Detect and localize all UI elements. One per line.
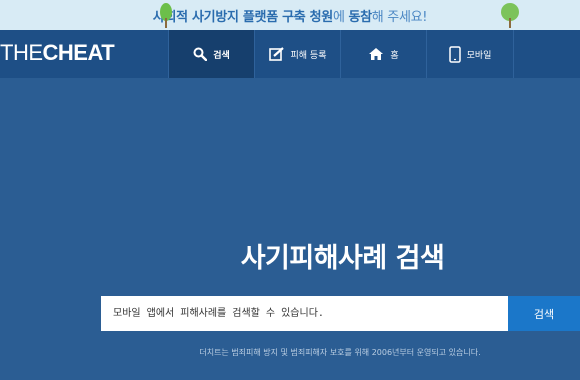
- nav-search-label: 검색: [213, 50, 230, 61]
- petition-banner[interactable]: 사회적 사기방지 플랫폼 구축 청원에 동참해 주세요!: [0, 0, 580, 30]
- page-title: 사기피해사례 검색: [240, 243, 445, 274]
- search-button[interactable]: 검색: [508, 296, 580, 331]
- nav-report[interactable]: 피해 등록: [254, 30, 340, 78]
- mobile-phone-icon: [448, 45, 461, 63]
- nav-report-label: 피해 등록: [290, 50, 327, 61]
- nav-mobile[interactable]: 모바일: [426, 30, 514, 78]
- edit-icon: [268, 47, 285, 61]
- tree-icon: [501, 3, 519, 28]
- nav-home[interactable]: 홈: [340, 30, 426, 78]
- tree-icon: [160, 3, 172, 28]
- site-description: 더치트는 범죄피해 방지 및 범죄피해자 보호를 위해 2006년부터 운영되고…: [199, 348, 481, 357]
- nav-mobile-label: 모바일: [466, 50, 492, 61]
- banner-text: 사회적 사기방지 플랫폼 구축 청원에 동참해 주세요!: [152, 9, 428, 25]
- nav-home-label: 홈: [390, 50, 399, 61]
- search-input[interactable]: [101, 296, 508, 331]
- nav-search[interactable]: 검색: [168, 30, 254, 78]
- home-icon: [368, 47, 384, 61]
- main-navbar: THECHEAT 검색 피해 등록 홈 모바일: [0, 30, 580, 78]
- thecheat-logo[interactable]: THECHEAT: [0, 40, 115, 66]
- search-icon: [193, 47, 208, 61]
